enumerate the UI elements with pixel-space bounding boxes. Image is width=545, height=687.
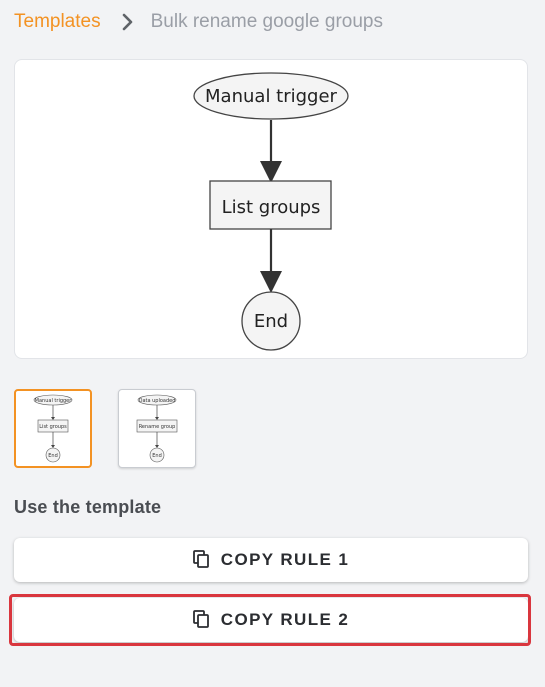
thumbnail-1-node-2: List groups — [39, 424, 67, 430]
use-template-heading: Use the template — [14, 497, 162, 517]
breadcrumb-current: Bulk rename google groups — [150, 11, 383, 32]
copy-rule-2-button[interactable]: COPY RULE 2 — [14, 598, 528, 642]
thumbnail-2-node-1: Data uploaded — [139, 398, 176, 404]
thumbnail-2-diagram: Data uploaded Rename group End — [136, 394, 178, 463]
copy-rule-2-label: COPY RULE 2 — [220, 610, 350, 629]
thumbnail-2-node-2: Rename group — [139, 424, 176, 430]
node-end-label: End — [254, 311, 288, 332]
thumbnail-1-diagram: Manual trigger List groups End — [33, 394, 73, 463]
node-manual-trigger-label: Manual trigger — [205, 86, 338, 107]
thumbnail-2-node-3: End — [152, 453, 162, 459]
copy-icon — [192, 549, 209, 571]
template-thumbnail-2[interactable]: Data uploaded Rename group End — [118, 389, 196, 468]
node-list-groups-label: List groups — [222, 197, 321, 218]
copy-rule-1-button[interactable]: COPY RULE 1 — [14, 538, 528, 582]
template-thumbnail-1[interactable]: Manual trigger List groups End — [14, 389, 92, 468]
copy-icon — [192, 609, 209, 631]
breadcrumb: Templates Bulk rename google groups — [14, 10, 383, 34]
chevron-right-icon — [121, 12, 135, 32]
copy-rule-1-label: COPY RULE 1 — [220, 550, 350, 569]
thumbnail-1-node-3: End — [48, 453, 58, 459]
breadcrumb-templates-link[interactable]: Templates — [14, 11, 101, 33]
thumbnail-1-node-1: Manual trigger — [35, 398, 73, 404]
flow-diagram: Manual trigger List groups End — [193, 72, 349, 351]
flow-diagram-card: Manual trigger List groups End — [14, 59, 528, 359]
